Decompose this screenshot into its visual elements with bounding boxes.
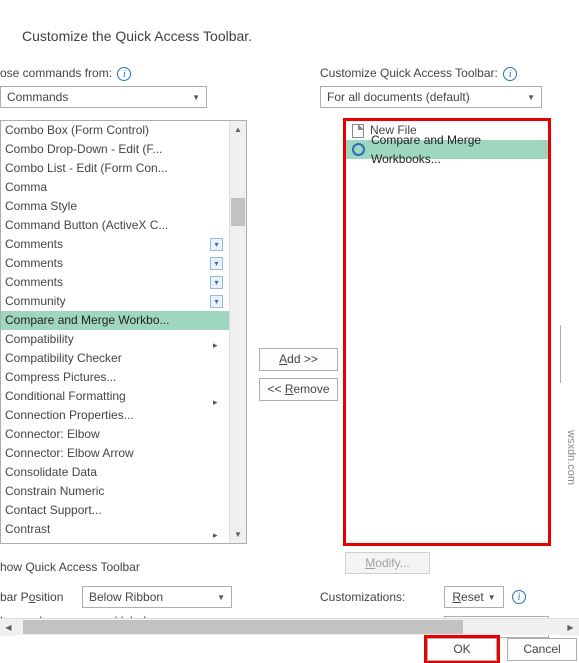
for-documents-dropdown[interactable]: For all documents (default) ▼ <box>320 86 542 108</box>
reorder-buttons-slot <box>560 325 578 383</box>
submenu-arrow-icon <box>213 392 223 402</box>
merge-icon <box>352 143 365 156</box>
choose-commands-label: ose commands from: i <box>0 66 131 81</box>
list-item[interactable]: Comments <box>1 235 229 254</box>
list-item[interactable]: Connection Properties... <box>1 406 229 425</box>
list-item[interactable]: Combo Drop-Down - Edit (F... <box>1 140 229 159</box>
list-item[interactable]: Combo List - Edit (Form Con... <box>1 159 229 178</box>
cancel-button[interactable]: Cancel <box>507 638 577 661</box>
list-item[interactable]: Compress Pictures... <box>1 368 229 387</box>
commands-list[interactable]: Combo Box (Form Control)Combo Drop-Down … <box>0 120 247 544</box>
chevron-down-icon: ▼ <box>217 593 225 602</box>
modify-button: Modify... <box>345 552 430 574</box>
customize-qa-label: Customize Quick Access Toolbar: i <box>320 66 517 81</box>
list-item[interactable]: Conditional Formatting <box>1 387 229 406</box>
customizations-label: Customizations: <box>320 590 405 604</box>
chevron-down-icon: ▼ <box>527 93 535 102</box>
chevron-down-icon: ▼ <box>192 93 200 102</box>
scroll-thumb[interactable] <box>23 620 463 634</box>
list-item[interactable]: Compatibility Checker <box>1 349 229 368</box>
reset-button[interactable]: Reset ▼ <box>444 586 504 608</box>
toolbar-list[interactable]: New FileCompare and Merge Workbooks... <box>345 120 549 544</box>
page-title: Customize the Quick Access Toolbar. <box>22 28 252 44</box>
show-qat-label: how Quick Access Toolbar <box>0 560 140 574</box>
submenu-arrow-icon <box>213 525 223 535</box>
scroll-down-button[interactable]: ▼ <box>230 526 246 543</box>
list-item[interactable]: Contact Support... <box>1 501 229 520</box>
list-item[interactable]: Comma <box>1 178 229 197</box>
add-button[interactable]: Add >> <box>259 348 338 371</box>
file-icon <box>352 124 364 138</box>
bar-position-label: bar Position <box>0 590 63 604</box>
list-item[interactable]: Constrain Numeric <box>1 482 229 501</box>
chevron-down-icon: ▼ <box>488 593 496 602</box>
footer: OK Cancel <box>0 635 579 663</box>
info-icon[interactable]: i <box>503 67 517 81</box>
list-item[interactable]: Compatibility <box>1 330 229 349</box>
scroll-up-button[interactable]: ▲ <box>230 121 246 138</box>
dropdown-indicator-icon <box>210 295 223 308</box>
watermark: wsxdn.com <box>565 430 577 485</box>
info-icon[interactable]: i <box>512 590 526 604</box>
dropdown-indicator-icon <box>210 257 223 270</box>
list-item[interactable]: Consolidate Data <box>1 463 229 482</box>
scroll-thumb[interactable] <box>231 198 245 226</box>
ok-button[interactable]: OK <box>427 638 497 661</box>
list-item[interactable]: Comments <box>1 254 229 273</box>
list-item[interactable]: Connector: Elbow <box>1 425 229 444</box>
list-item[interactable]: Connector: Elbow Arrow <box>1 444 229 463</box>
scroll-left-button[interactable]: ◀ <box>0 619 17 636</box>
submenu-arrow-icon <box>213 335 223 345</box>
list-item[interactable]: Community <box>1 292 229 311</box>
scrollbar-vertical[interactable]: ▲ ▼ <box>229 121 246 543</box>
scroll-right-button[interactable]: ▶ <box>562 619 579 636</box>
list-item[interactable]: Comma Style <box>1 197 229 216</box>
info-icon[interactable]: i <box>117 67 131 81</box>
bar-position-dropdown[interactable]: Below Ribbon ▼ <box>82 586 232 608</box>
list-item[interactable]: Contrast <box>1 520 229 539</box>
list-item[interactable]: Combo Box (Form Control) <box>1 121 229 140</box>
list-item[interactable]: Compare and Merge Workbo... <box>1 311 229 330</box>
dropdown-indicator-icon <box>210 276 223 289</box>
dropdown-indicator-icon <box>210 238 223 251</box>
scrollbar-horizontal[interactable]: ◀ ▶ <box>0 618 579 635</box>
list-item[interactable]: Comments <box>1 273 229 292</box>
list-item[interactable]: Compare and Merge Workbooks... <box>346 140 548 159</box>
commands-from-dropdown[interactable]: Commands ▼ <box>0 86 207 108</box>
remove-button[interactable]: << Remove <box>259 378 338 401</box>
list-item[interactable]: Command Button (ActiveX C... <box>1 216 229 235</box>
